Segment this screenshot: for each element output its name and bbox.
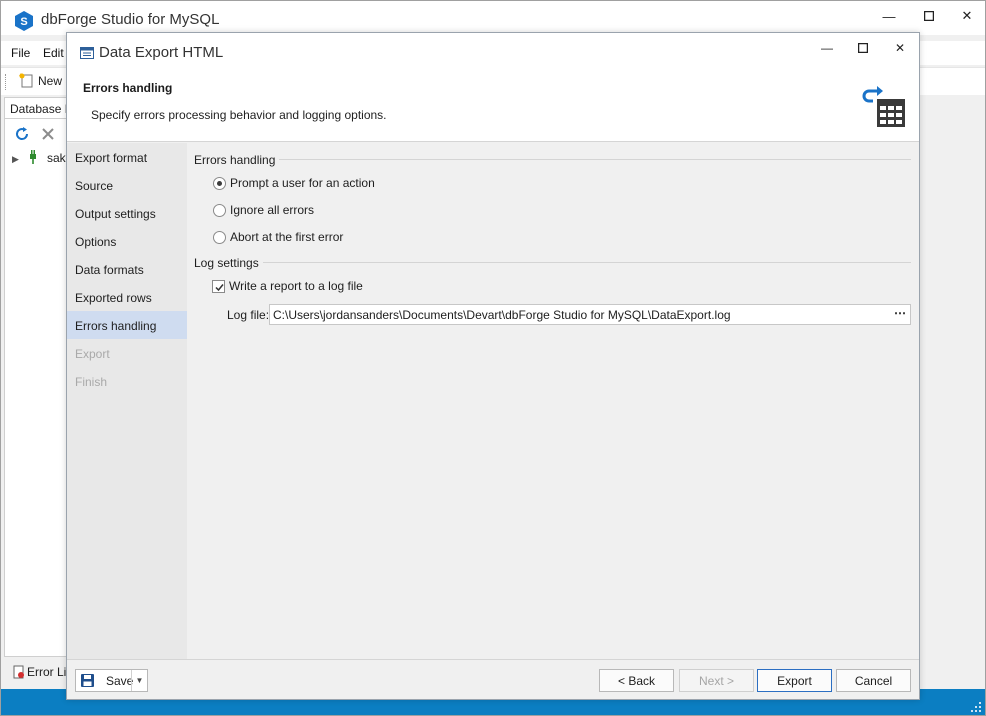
log-file-input[interactable]: C:\Users\jordansanders\Documents\Devart\…: [269, 304, 911, 325]
dialog-close-icon[interactable]: ✕: [887, 38, 913, 58]
delete-icon[interactable]: [40, 126, 56, 142]
export-button[interactable]: Export: [757, 669, 832, 692]
browse-ellipsis-button[interactable]: ⋯: [893, 306, 907, 323]
dialog-maximize-icon[interactable]: [850, 38, 876, 58]
radio-prompt-user[interactable]: Prompt a user for an action: [213, 175, 375, 191]
radio-button[interactable]: [213, 203, 226, 217]
radio-label: Abort at the first error: [230, 230, 344, 244]
app-title: dbForge Studio for MySQL: [41, 11, 220, 28]
nav-item-data-formats[interactable]: Data formats: [67, 255, 187, 283]
svg-text:S: S: [20, 16, 27, 28]
page-description: Specify errors processing behavior and l…: [91, 108, 387, 122]
back-button[interactable]: < Back: [599, 669, 674, 692]
radio-label: Prompt a user for an action: [230, 176, 375, 190]
data-export-dialog: Data Export HTML — ✕ Errors handling Spe…: [66, 32, 920, 700]
write-log-checkbox-row[interactable]: Write a report to a log file: [212, 278, 363, 294]
radio-button[interactable]: [213, 230, 226, 244]
wizard-nav: Export format Source Output settings Opt…: [67, 143, 187, 659]
radio-ignore-errors[interactable]: Ignore all errors: [213, 202, 314, 218]
dialog-header: Errors handling Specify errors processin…: [67, 71, 919, 142]
data-export-icon: [80, 47, 94, 59]
minimize-icon[interactable]: —: [875, 5, 903, 27]
write-log-label: Write a report to a log file: [229, 279, 363, 293]
app-titlebar: S dbForge Studio for MySQL — ✕: [1, 1, 985, 35]
nav-item-source[interactable]: Source: [67, 171, 187, 199]
next-button: Next >: [679, 669, 754, 692]
dialog-titlebar: Data Export HTML — ✕: [67, 33, 919, 71]
expand-arrow-icon[interactable]: ▶: [12, 154, 19, 165]
dbforge-logo-icon: S: [15, 11, 33, 31]
save-label: Save: [106, 673, 134, 688]
dialog-minimize-icon[interactable]: —: [814, 38, 840, 58]
log-file-label: Log file:: [227, 308, 270, 322]
menu-file[interactable]: File: [11, 46, 30, 60]
nav-item-errors-handling[interactable]: Errors handling: [67, 311, 187, 339]
toolbar-grip[interactable]: [5, 74, 8, 90]
radio-button[interactable]: [213, 176, 226, 190]
write-log-checkbox[interactable]: [212, 279, 225, 293]
database-explorer-tab[interactable]: Database Ex: [5, 98, 69, 119]
nav-item-export: Export: [75, 347, 110, 361]
floppy-disk-icon: [81, 674, 94, 687]
save-dropdown-chevron-icon[interactable]: ▼: [131, 670, 147, 691]
log-file-path: C:\Users\jordansanders\Documents\Devart\…: [273, 308, 731, 322]
bottom-dock: Error Lis: [4, 659, 72, 687]
log-group-divider: [194, 262, 911, 263]
dialog-title: Data Export HTML: [99, 44, 224, 61]
refresh-icon[interactable]: [14, 126, 30, 142]
radio-label: Ignore all errors: [230, 203, 315, 217]
errors-group-title: Errors handling: [194, 153, 280, 167]
close-icon[interactable]: ✕: [953, 5, 981, 27]
dialog-footer: Save ▼ < Back Next > Export Cancel: [67, 659, 919, 699]
new-sql-icon[interactable]: [18, 72, 34, 88]
nav-item-finish: Finish: [75, 375, 108, 389]
database-explorer: Database Ex ▶ sakil: [4, 97, 71, 657]
menu-edit[interactable]: Edit: [43, 46, 64, 60]
save-button[interactable]: Save ▼: [75, 669, 148, 692]
export-table-icon: [862, 86, 905, 127]
nav-item-output-settings[interactable]: Output settings: [67, 199, 187, 227]
connection-plug-icon: [30, 150, 36, 164]
resize-grip-icon[interactable]: [971, 702, 981, 712]
error-list-icon: [13, 665, 24, 679]
errors-group-divider: [194, 159, 911, 160]
log-group-title: Log settings: [194, 256, 263, 270]
nav-item-export-format[interactable]: Export format: [67, 143, 187, 171]
nav-item-options[interactable]: Options: [67, 227, 187, 255]
radio-abort-first-error[interactable]: Abort at the first error: [213, 229, 343, 245]
wizard-content: Errors handling Prompt a user for an act…: [187, 143, 919, 659]
nav-item-exported-rows[interactable]: Exported rows: [67, 283, 187, 311]
maximize-icon[interactable]: [915, 5, 943, 27]
cancel-button[interactable]: Cancel: [836, 669, 911, 692]
page-title: Errors handling: [83, 81, 173, 95]
